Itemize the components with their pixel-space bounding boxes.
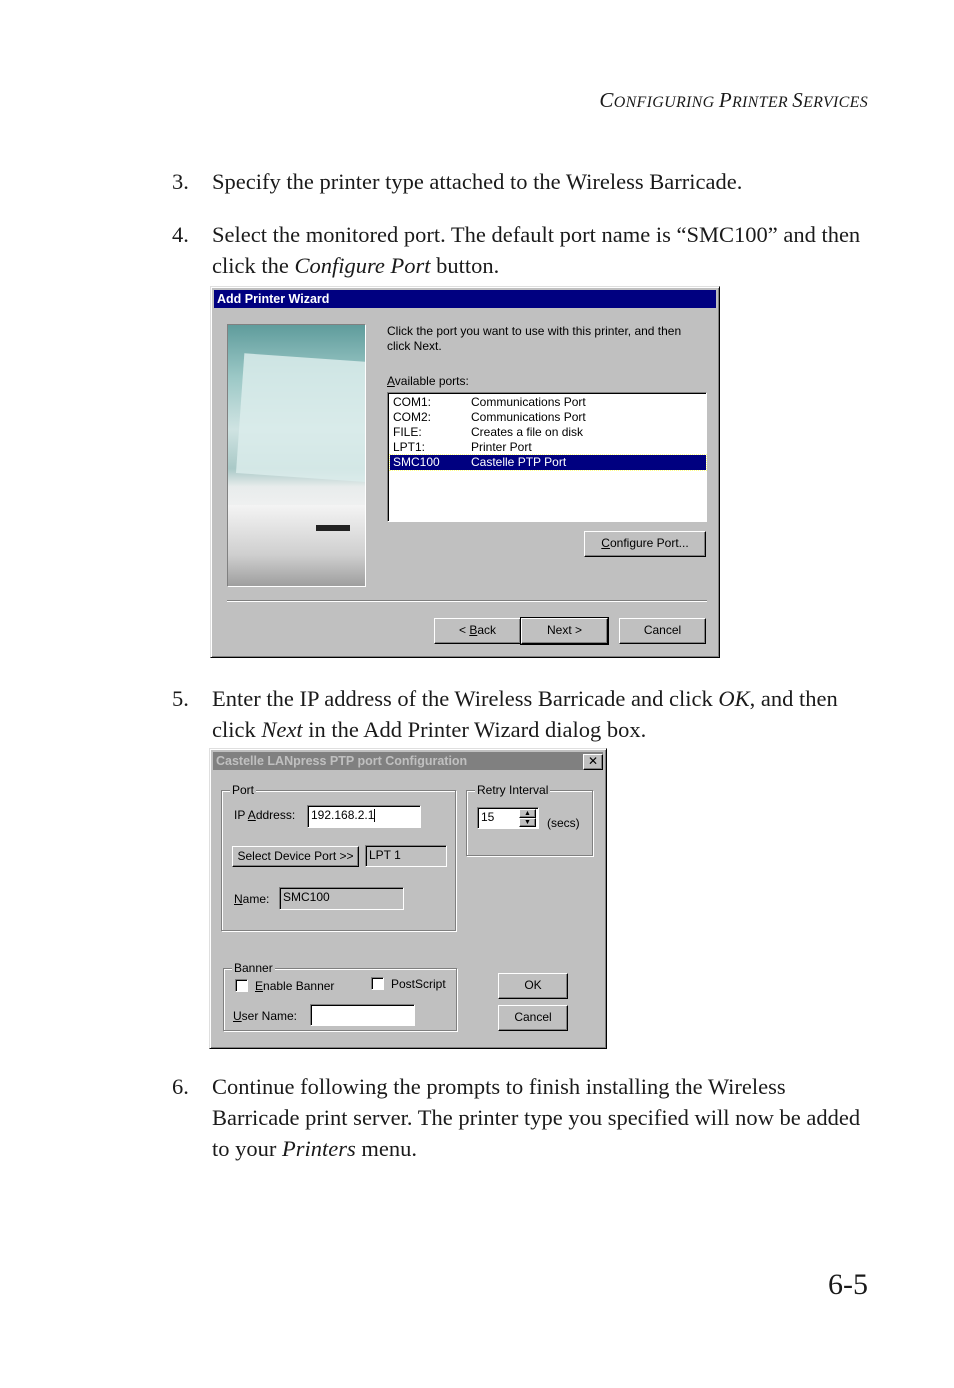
retry-interval-label: Retry Interval <box>475 782 551 798</box>
emphasis-text: Next <box>261 717 303 742</box>
step-text: Continue following the prompts to finish… <box>212 1071 872 1164</box>
port-name: LPT1: <box>393 440 426 454</box>
text-run: button. <box>430 253 500 278</box>
ok-button[interactable]: OK <box>498 973 568 999</box>
step-4: 4. Select the monitored port. The defaul… <box>172 219 872 281</box>
port-list-item[interactable]: COM2: Communications Port <box>390 410 706 425</box>
name-label: Name: <box>234 892 270 906</box>
port-description: Printer Port <box>471 440 532 454</box>
enable-banner-label[interactable]: Enable Banner <box>255 978 334 994</box>
emphasis-text: Printers <box>282 1136 356 1161</box>
wizard-cancel-button[interactable]: Cancel <box>619 618 706 644</box>
printer-body-image <box>228 505 365 586</box>
config-titlebar: Castelle LANpress PTP port Configuration <box>213 752 603 770</box>
ports-list: COM1: Communications Port COM2: Communicati… <box>389 395 707 471</box>
port-list-item[interactable]: COM1: Communications Port <box>390 395 706 410</box>
step-text: Select the monitored port. The default p… <box>212 219 872 281</box>
ports-listbox[interactable]: COM1: Communications Port COM2: Communicati… <box>387 392 707 522</box>
port-name: COM2: <box>393 410 432 424</box>
port-description: Castelle PTP Port <box>471 455 567 469</box>
user-name-label: User Name: <box>233 1009 298 1023</box>
spin-down-button[interactable]: ▼ <box>519 818 536 827</box>
select-device-port-button[interactable]: Select Device Port >> <box>232 846 359 867</box>
postscript-checkbox[interactable] <box>371 977 384 990</box>
text-run: Enter the IP address of the Wireless Bar… <box>212 686 719 711</box>
port-group-label: Port <box>230 782 257 798</box>
step-6: 6. Continue following the prompts to fin… <box>172 1071 872 1164</box>
retry-interval-spinner[interactable]: 15 ▲ ▼ <box>477 807 539 829</box>
step-text: Enter the IP address of the Wireless Bar… <box>212 683 872 745</box>
config-cancel-button[interactable]: Cancel <box>498 1005 568 1031</box>
configure-port-button[interactable]: Configure Port... <box>584 531 706 557</box>
printer-illustration <box>227 324 366 587</box>
running-head: Configuring Printer Services <box>599 88 868 112</box>
port-description: Communications Port <box>471 395 586 409</box>
step-text: Specify the printer type attached to the… <box>212 166 872 197</box>
device-port-field: LPT 1 <box>365 845 447 867</box>
wizard-instruction: Click the port you want to use with this… <box>387 324 682 353</box>
port-configuration-dialog: Castelle LANpress PTP port Configuration… <box>209 748 607 1049</box>
port-name: COM1: <box>393 395 432 409</box>
available-ports-label: Available ports: <box>387 374 469 388</box>
next-button[interactable]: Next > <box>520 617 609 645</box>
postscript-label[interactable]: PostScript <box>391 976 446 992</box>
page-number: 6-5 <box>828 1268 868 1301</box>
name-field: SMC100 <box>279 887 404 910</box>
step-number: 3. <box>172 169 189 194</box>
emphasis-text: OK <box>718 686 750 711</box>
retry-unit-label: (secs) <box>547 816 580 830</box>
emphasis-text: Configure Port <box>294 253 431 278</box>
wizard-titlebar: Add Printer Wizard <box>214 290 716 308</box>
close-icon: ✕ <box>587 754 599 768</box>
port-name: SMC100 <box>393 455 440 469</box>
step-5: 5. Enter the IP address of the Wireless … <box>172 683 872 745</box>
wizard-separator <box>227 600 707 602</box>
text-run: menu. <box>355 1136 418 1161</box>
text-run: Specify the printer type attached to the… <box>212 169 743 194</box>
port-list-item[interactable]: SMC100 Castelle PTP Port <box>389 454 707 471</box>
text-run: in the Add Printer Wizard dialog box. <box>302 717 647 742</box>
back-button[interactable]: < Back <box>434 618 521 644</box>
step-3: 3. Specify the printer type attached to … <box>172 166 872 197</box>
step-number: 4. <box>172 222 189 247</box>
ip-address-label: IP Address: <box>234 808 296 822</box>
port-list-item[interactable]: FILE: Creates a file on disk <box>390 425 706 440</box>
close-button[interactable]: ✕ <box>583 754 603 770</box>
add-printer-wizard-dialog: Add Printer Wizard Click the port you wa… <box>210 286 720 658</box>
banner-group-label: Banner <box>232 960 275 976</box>
user-name-input[interactable] <box>310 1004 415 1026</box>
port-list-item[interactable]: LPT1: Printer Port <box>390 440 706 455</box>
step-number: 6. <box>172 1074 189 1099</box>
enable-banner-checkbox[interactable] <box>235 979 248 992</box>
text-cursor <box>374 809 376 823</box>
port-description: Creates a file on disk <box>471 425 584 439</box>
printer-display-image <box>316 525 350 531</box>
port-description: Communications Port <box>471 410 586 424</box>
step-number: 5. <box>172 686 189 711</box>
ip-address-input[interactable]: 192.168.2.1 <box>307 805 421 828</box>
spin-up-button[interactable]: ▲ <box>519 809 536 818</box>
port-name: FILE: <box>393 425 422 439</box>
paper-sheet-image <box>235 353 365 483</box>
